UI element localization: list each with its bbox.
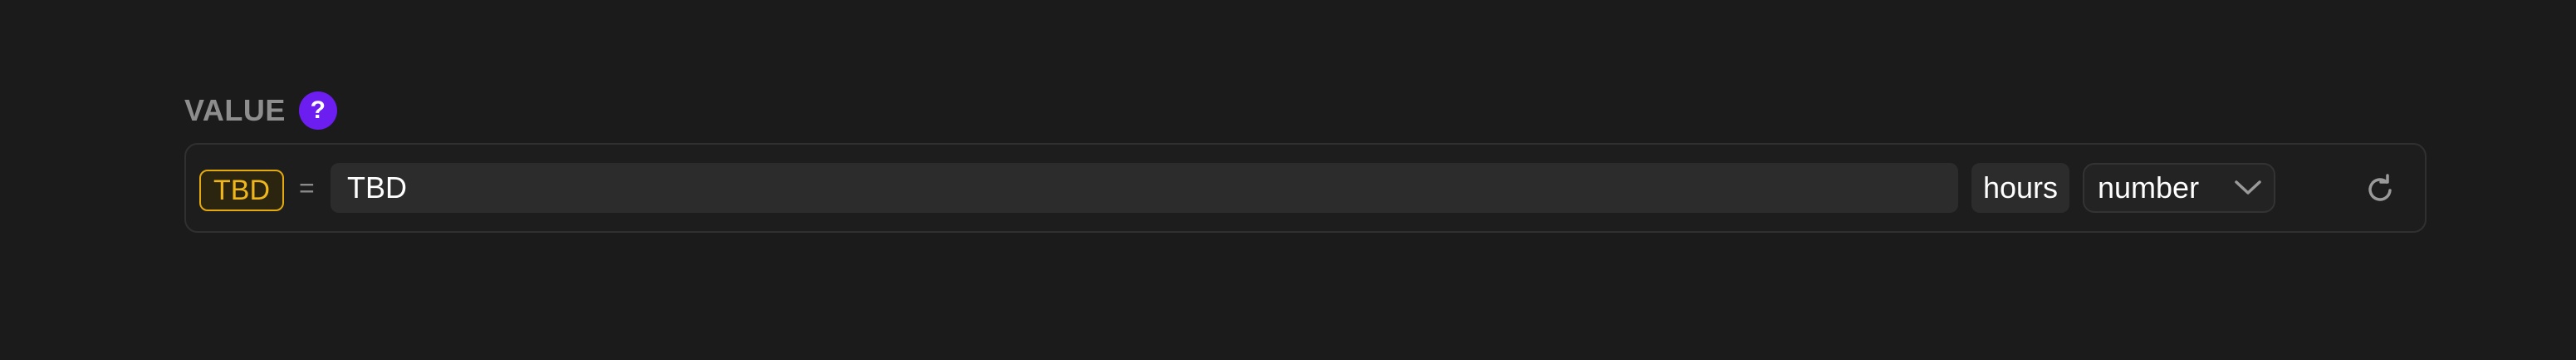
type-dropdown[interactable]: number (2083, 163, 2275, 213)
field-header: VALUE ? (184, 90, 2427, 131)
value-input[interactable] (331, 163, 1958, 213)
equals-sign: = (299, 173, 315, 203)
unit-label[interactable]: hours (1971, 163, 2069, 213)
value-field: VALUE ? TBD = hours number (184, 90, 2427, 233)
refresh-icon[interactable] (2363, 173, 2397, 206)
value-row: TBD = hours number (184, 143, 2427, 233)
variable-token[interactable]: TBD (199, 170, 284, 211)
field-label: VALUE (184, 93, 286, 127)
question-circle-icon[interactable]: ? (298, 91, 337, 130)
type-dropdown-value: number (2098, 170, 2200, 205)
chevron-down-icon (2235, 180, 2261, 195)
